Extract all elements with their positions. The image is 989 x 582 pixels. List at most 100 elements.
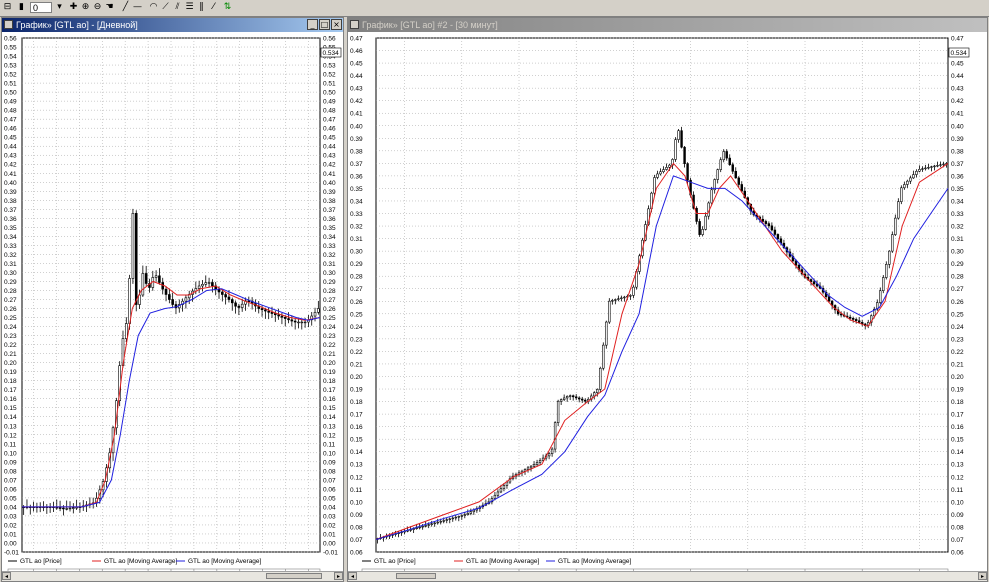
window-titlebar[interactable]: График» [GTL ao] #2 - [30 минут] [348,18,987,32]
y-tick-label-left: 0.18 [350,399,363,406]
intraday-price-chart[interactable]: 0.06 0.06 0.07 0.07 0.08 0.08 0.09 0.09 0.10 0.10… [348,32,987,578]
candle-body [773,229,777,235]
candle-body [68,507,72,510]
zoom-in-icon[interactable]: ⊕ [80,2,91,13]
horizontal-scrollbar[interactable]: ◂ ▸ [2,571,343,581]
y-tick-label-right: 0.39 [323,189,336,196]
candle-body [912,174,915,179]
candle-body [812,281,816,285]
y-tick-label-right: 0.52 [323,72,336,79]
candle-body [728,157,731,165]
y-tick-label-left: 0.00 [4,540,17,547]
candle-body [277,314,280,317]
candle-body [568,395,572,397]
y-tick-label-left: 0.39 [4,189,17,196]
y-tick-label-right: 0.16 [323,396,336,403]
scroll-left-arrow-icon[interactable]: ◂ [348,572,357,580]
candle-body [418,526,421,529]
chart-window-30min[interactable]: График» [GTL ao] #2 - [30 минут] 0.06 0.0… [347,17,988,582]
candle-body [445,519,448,521]
candle-body [737,177,740,185]
candle-body [502,485,506,489]
y-tick-label-left: 0.27 [4,297,17,304]
hand-icon[interactable]: ☚ [104,2,115,13]
scroll-thumb[interactable] [266,573,322,579]
candle-body [888,250,891,265]
candle-body [55,507,59,509]
scroll-right-arrow-icon[interactable]: ▸ [334,572,343,580]
candle-body [659,171,662,175]
candle-body [695,207,698,222]
candle-body [903,184,906,189]
candle-body [593,392,596,397]
daily-price-chart[interactable]: -0.01 -0.01 0.00 0.00 0.01 0.01 0.02 0.02 0.03 0.… [2,32,343,578]
y-tick-label-right: 0.44 [323,144,336,151]
y-tick-label-left: 0.28 [350,274,363,281]
scroll-left-arrow-icon[interactable]: ◂ [2,572,11,580]
y-tick-label-right: 0.21 [951,361,964,368]
text-tool-icon[interactable]: ⁄ [208,2,219,13]
candle-body [303,321,307,324]
fibonacci-icon[interactable]: ☰ [184,2,195,13]
y-tick-label-right: 0.19 [323,369,336,376]
arc-tool-icon[interactable]: ◠ [148,2,159,13]
plot-area [21,37,321,553]
y-tick-label-left: 0.12 [350,474,363,481]
y-tick-label-left: -0.01 [4,550,19,557]
zoom-select[interactable]: 0 [30,2,52,13]
y-tick-label-right: 0.37 [951,161,964,168]
y-tick-label-right: 0.29 [323,279,336,286]
candle-body [293,320,297,323]
y-tick-label-left: 0.45 [350,61,363,68]
y-tick-label-left: 0.32 [350,224,363,231]
y-tick-label-left: 0.21 [4,351,17,358]
dropdown-icon[interactable]: ▾ [54,2,65,13]
y-tick-label-right: 0.49 [323,99,336,106]
candle-body [138,294,141,305]
bar-chart-icon[interactable]: ▮ [16,2,27,13]
scroll-thumb[interactable] [396,573,436,579]
candle-body [915,170,918,175]
y-tick-label-right: 0.25 [951,311,964,318]
maximize-button[interactable]: □ [319,19,330,30]
y-tick-label-left: 0.28 [4,288,17,295]
y-tick-label-right: 0.06 [323,486,336,493]
y-tick-label-left: 0.34 [4,234,17,241]
candle-body [933,165,936,168]
chart-window-daily[interactable]: График» [GTL ao] - [Дневной] _ □ × -0.01… [1,17,344,582]
candle-body [436,521,439,524]
buy-sell-icon[interactable]: ⇅ [222,2,233,13]
candle-body [451,517,454,520]
close-button[interactable]: × [331,19,342,30]
fan-tool-icon[interactable]: ⟋ [160,2,171,13]
hline-tool-icon[interactable]: — [132,2,143,13]
y-tick-label-right: 0.07 [323,477,336,484]
candle-body [596,389,599,393]
candle-body [442,520,445,522]
y-tick-label-right: 0.11 [951,487,964,494]
zoom-out-icon[interactable]: ⊖ [92,2,103,13]
lock-icon[interactable]: ⊟ [2,2,13,13]
candle-body [538,459,542,463]
window-titlebar[interactable]: График» [GTL ao] - [Дневной] _ □ × [2,18,343,32]
candle-body [662,169,665,173]
candle-body [58,507,62,509]
line-tool-icon[interactable]: ╱ [120,2,131,13]
scroll-right-arrow-icon[interactable]: ▸ [978,572,987,580]
y-tick-label-right: 0.38 [323,198,336,205]
y-tick-label-left: 0.43 [4,153,17,160]
candle-body [141,273,145,296]
y-tick-label-right: 0.15 [951,437,964,444]
y-tick-label-right: 0.51 [323,81,336,88]
y-tick-label-left: 0.42 [350,98,363,105]
candle-body [529,465,533,469]
candle-body [460,515,464,517]
move-icon[interactable]: ✚ [68,2,79,13]
horizontal-scrollbar[interactable]: ◂ ▸ [348,571,987,581]
cycles-icon[interactable]: ‖ [196,2,207,13]
minimize-button[interactable]: _ [307,19,318,30]
channel-tool-icon[interactable]: ⫽ [172,2,183,13]
legend-entry: GTL ao [Price] [20,558,62,565]
legend-entry: GTL ao [Moving Average] [104,558,178,565]
candle-body [936,165,939,167]
